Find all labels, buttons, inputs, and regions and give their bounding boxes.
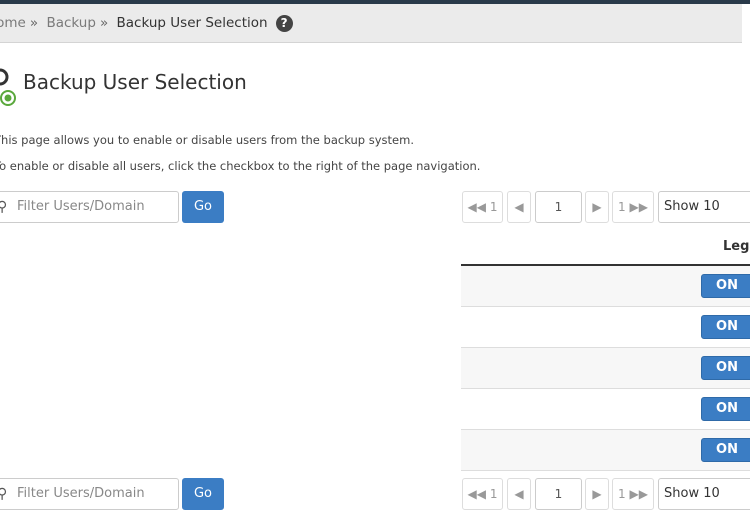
last-page-button[interactable]: 1 ▶▶ [612, 191, 654, 223]
help-icon[interactable]: ? [275, 14, 293, 32]
legacy-toggle[interactable]: ON [701, 438, 750, 462]
legacy-toggle[interactable]: ON [701, 274, 750, 298]
bottom-toolbar: ⚲ Filter Users/Domain Go ◀◀ 1 ◀ 1 ▶ 1 ▶▶ … [0, 478, 750, 510]
first-page-button[interactable]: ◀◀ 1 [462, 191, 503, 223]
breadcrumb-backup[interactable]: Backup [46, 15, 96, 31]
breadcrumb-home[interactable]: Home [0, 15, 26, 31]
first-page-button[interactable]: ◀◀ 1 [462, 478, 503, 510]
search-icon: ⚲ [0, 199, 8, 215]
backup-user-icon [0, 68, 16, 106]
filter-input[interactable]: ⚲ Filter Users/Domain [0, 191, 179, 223]
legacy-column-header[interactable]: Lega [723, 239, 750, 254]
page-size-select[interactable]: Show 10 [658, 478, 750, 510]
search-icon: ⚲ [0, 486, 8, 502]
prev-page-button[interactable]: ◀ [507, 478, 531, 510]
filter-input[interactable]: ⚲ Filter Users/Domain [0, 478, 179, 510]
next-page-button[interactable]: ▶ [585, 478, 609, 510]
legacy-toggle[interactable]: ON [701, 397, 750, 421]
legacy-toggle[interactable]: ON [701, 315, 750, 339]
page-description: This page allows you to enable or disabl… [0, 133, 414, 147]
table-row: ON [461, 348, 750, 389]
page-number-input[interactable]: 1 [535, 191, 582, 223]
page-number-input[interactable]: 1 [535, 478, 582, 510]
page-title: Backup User Selection [23, 70, 247, 94]
table-row: ON [461, 389, 750, 430]
legacy-toggle[interactable]: ON [701, 356, 750, 380]
table-row: ON [461, 430, 750, 471]
breadcrumb-current: Backup User Selection [116, 15, 268, 31]
last-page-button[interactable]: 1 ▶▶ [612, 478, 654, 510]
prev-page-button[interactable]: ◀ [507, 191, 531, 223]
go-button[interactable]: Go [182, 478, 224, 510]
table-row: ON [461, 307, 750, 348]
page-size-select[interactable]: Show 10 [658, 191, 750, 223]
page-instructions: To enable or disable all users, click th… [0, 159, 481, 173]
top-toolbar: ⚲ Filter Users/Domain Go ◀◀ 1 ◀ 1 ▶ 1 ▶▶ … [0, 191, 750, 223]
table-row: ON [461, 266, 750, 307]
breadcrumb: Home» Backup» Backup User Selection? [0, 4, 742, 43]
breadcrumb-separator: » [29, 15, 39, 31]
breadcrumb-separator: » [99, 15, 109, 31]
next-page-button[interactable]: ▶ [585, 191, 609, 223]
go-button[interactable]: Go [182, 191, 224, 223]
